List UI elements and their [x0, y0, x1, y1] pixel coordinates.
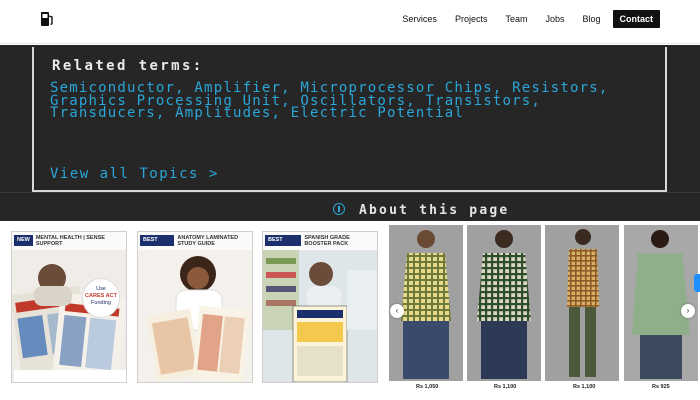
divider [0, 192, 700, 193]
nav-jobs[interactable]: Jobs [536, 10, 573, 28]
product-price: Rs 1,100 [573, 384, 596, 390]
carousel-next-button[interactable]: › [681, 304, 695, 318]
side-tab[interactable] [694, 274, 700, 292]
product-card-shirt-2[interactable] [467, 225, 541, 381]
nav-projects[interactable]: Projects [446, 10, 497, 28]
product-price: Rs 1,050 [416, 384, 439, 390]
cares-act-callout: Use CARES ACT Funding [82, 278, 120, 318]
site-header: Services Projects Team Jobs Blog Contact [0, 0, 700, 44]
product-card-spanish[interactable]: BEST SELLER SPANISH GRADE BOOSTER PACK [262, 231, 378, 383]
related-terms-list[interactable]: Semiconductor, Amplifier, Microprocessor… [50, 81, 635, 120]
main-nav: Services Projects Team Jobs Blog Contact [393, 10, 660, 28]
new-badge: NEW [14, 235, 33, 246]
product-card-shirt-4[interactable] [624, 225, 698, 381]
callout-line-1: Use [96, 286, 106, 292]
product-subtitle: MENTAL HEALTH | SENSE SUPPORT [35, 234, 105, 247]
best-seller-badge: BEST SELLER [140, 235, 175, 254]
callout-line-3: Funding [91, 300, 111, 306]
product-subtitle: ANATOMY LAMINATED STUDY GUIDE [177, 234, 239, 247]
green-check-shirt-image [467, 225, 541, 381]
about-label: About this page [359, 203, 510, 218]
about-this-page-link[interactable]: About this page [333, 203, 509, 218]
product-card-mental-health[interactable]: NEW MENTAL HEALTH | SENSE SUPPORT Use CA… [11, 231, 127, 383]
anatomy-guide-image [138, 250, 252, 382]
product-card-shirt-1[interactable] [389, 225, 463, 381]
yellow-check-shirt-image [389, 225, 463, 381]
product-tag: BEST SELLER ANATOMY LAMINATED STUDY GUID… [140, 234, 252, 254]
view-all-topics-link[interactable]: View all Topics > [50, 166, 219, 182]
mental-health-guide-image [12, 250, 126, 382]
product-price: Rs 1,100 [494, 384, 517, 390]
spanish-pack-image [263, 250, 377, 382]
product-card-anatomy[interactable]: BEST SELLER ANATOMY LAMINATED STUDY GUID… [137, 231, 253, 383]
product-strip: NEW MENTAL HEALTH | SENSE SUPPORT Use CA… [0, 222, 700, 400]
info-icon [333, 203, 345, 215]
nav-blog[interactable]: Blog [573, 10, 609, 28]
fuel-pump-icon[interactable] [40, 11, 54, 27]
related-terms-title: Related terms: [52, 58, 204, 74]
callout-line-2: CARES ACT [85, 293, 117, 299]
best-seller-badge: BEST SELLER [265, 235, 302, 254]
contact-button[interactable]: Contact [612, 10, 660, 28]
product-tag: BEST SELLER SPANISH GRADE BOOSTER PACK [265, 234, 377, 254]
sage-shirt-image [624, 225, 698, 381]
nav-services[interactable]: Services [393, 10, 446, 28]
product-card-shirt-3[interactable] [545, 225, 619, 381]
product-tag: NEW MENTAL HEALTH | SENSE SUPPORT [14, 234, 126, 247]
product-subtitle: SPANISH GRADE BOOSTER PACK [304, 234, 350, 247]
nav-team[interactable]: Team [496, 10, 536, 28]
carousel-prev-button[interactable]: ‹ [390, 304, 404, 318]
orange-check-shirt-image [545, 225, 619, 381]
product-price: Rs 925 [652, 384, 670, 390]
related-terms-panel: Related terms: Semiconductor, Amplifier,… [0, 45, 700, 221]
